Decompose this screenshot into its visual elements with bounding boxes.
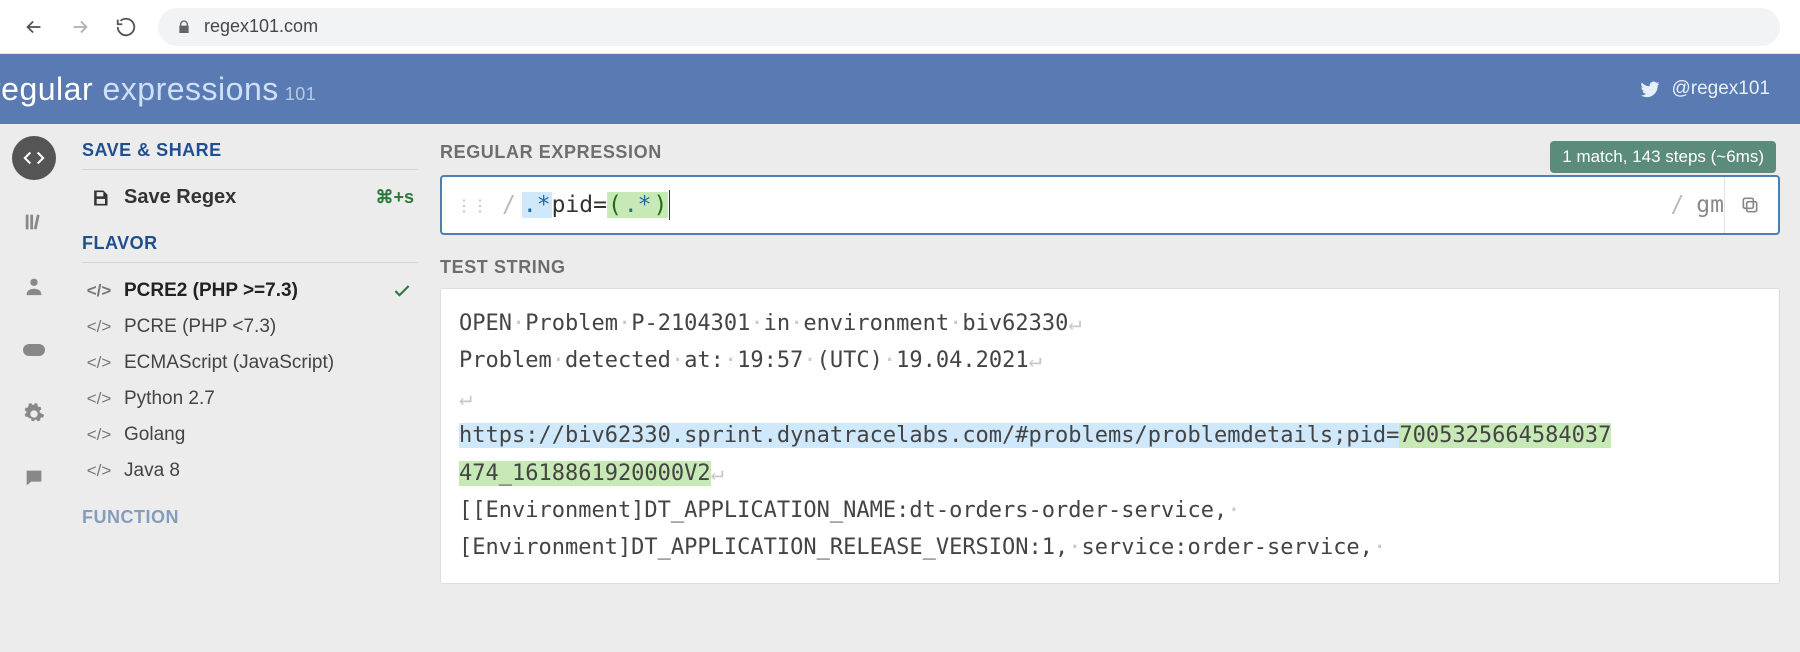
save-shortcut: ⌘+s: [375, 187, 414, 208]
test-line-match: https://biv62330.sprint.dynatracelabs.co…: [459, 417, 1761, 492]
check-icon: [392, 281, 412, 301]
code-icon: </>: [88, 317, 110, 337]
code-icon: </>: [88, 281, 110, 301]
twitter-handle: @regex101: [1671, 78, 1770, 100]
rail-account-button[interactable]: [12, 264, 56, 308]
test-string-heading: TEST STRING: [440, 257, 1780, 278]
twitter-link[interactable]: @regex101: [1639, 78, 1770, 100]
rail-regex-button[interactable]: [12, 136, 56, 180]
code-icon: [23, 147, 45, 169]
rail-debugger-button[interactable]: [12, 328, 56, 372]
test-line-blank: ↵: [459, 380, 1761, 417]
flavor-label: Java 8: [124, 460, 180, 482]
regex-group-open: (: [607, 192, 623, 218]
gear-icon: [23, 403, 45, 425]
main-pane: REGULAR EXPRESSION 1 match, 143 steps (~…: [440, 124, 1800, 652]
drag-handle-icon[interactable]: ⋮⋮: [456, 196, 488, 215]
logo-word-expressions: expressions: [93, 71, 279, 107]
regex-group-inner: .*: [623, 192, 653, 218]
flavor-heading: FLAVOR: [82, 233, 418, 254]
regex-token: pid=: [552, 192, 607, 218]
regex-close-delim: /: [1670, 192, 1684, 218]
flavor-item-ecmascript[interactable]: </> ECMAScript (JavaScript): [82, 345, 418, 381]
flavor-label: ECMAScript (JavaScript): [124, 352, 334, 374]
regex-token: .*: [522, 192, 552, 218]
group-segment: 7005325664584037: [1399, 423, 1611, 448]
site-header: regular expressions 101 @regex101: [0, 54, 1800, 124]
rail-chat-button[interactable]: [12, 456, 56, 500]
rail-library-button[interactable]: [12, 200, 56, 244]
app-body: SAVE & SHARE Save Regex ⌘+s FLAVOR </> PC…: [0, 124, 1800, 652]
twitter-icon: [1639, 78, 1661, 100]
reload-button[interactable]: [112, 13, 140, 41]
flavor-item-pcre[interactable]: </> PCRE (PHP <7.3): [82, 309, 418, 345]
divider: [82, 262, 418, 263]
regex-input[interactable]: ⋮⋮ / .*pid=(.*) / gm: [440, 175, 1780, 235]
test-line: [Environment]DT_APPLICATION_RELEASE_VERS…: [459, 529, 1761, 566]
flavor-list: </>PCRE2 (PHP >=7.3) </>PCRE (PHP <7.3) …: [82, 273, 418, 489]
regex-heading: REGULAR EXPRESSION: [440, 142, 662, 163]
save-share-heading: SAVE & SHARE: [82, 140, 418, 161]
flavor-label: PCRE (PHP <7.3): [124, 316, 276, 338]
back-button[interactable]: [20, 13, 48, 41]
regex-open-delim: /: [502, 192, 516, 218]
address-bar[interactable]: regex101.com: [158, 8, 1780, 46]
group-segment: 474_1618861920000V2: [459, 461, 711, 486]
address-text: regex101.com: [204, 16, 318, 37]
save-label: Save Regex: [124, 186, 236, 209]
test-line: [[Environment]DT_APPLICATION_NAME:dt-ord…: [459, 492, 1761, 529]
match-info-badge: 1 match, 143 steps (~6ms): [1550, 141, 1776, 173]
copy-icon: [1740, 195, 1760, 215]
arrow-left-icon: [23, 16, 45, 38]
browser-chrome: regex101.com: [0, 0, 1800, 54]
gamepad-icon: [22, 341, 46, 359]
regex-flags[interactable]: gm: [1696, 192, 1724, 218]
logo-word-regular: regular: [0, 71, 93, 107]
flavor-item-java[interactable]: </> Java 8: [82, 453, 418, 489]
flavor-label: PCRE2 (PHP >=7.3): [124, 280, 298, 302]
site-logo[interactable]: regular expressions 101: [0, 71, 316, 108]
match-segment: https://biv62330.sprint.dynatracelabs.co…: [459, 423, 1399, 448]
flavor-label: Python 2.7: [124, 388, 215, 410]
arrow-right-icon: [69, 16, 91, 38]
test-line: OPEN·Problem·P-2104301·in·environment·bi…: [459, 305, 1761, 342]
copy-regex-button[interactable]: [1724, 177, 1774, 233]
flavor-item-pcre2[interactable]: </> PCRE2 (PHP >=7.3): [82, 273, 418, 309]
flavor-label: Golang: [124, 424, 185, 446]
chat-icon: [23, 467, 45, 489]
user-icon: [23, 275, 45, 297]
sidebar: SAVE & SHARE Save Regex ⌘+s FLAVOR </> PC…: [68, 124, 440, 652]
reload-icon: [115, 16, 137, 38]
code-icon: </>: [88, 353, 110, 373]
left-rail: [0, 124, 68, 652]
save-icon: [90, 188, 110, 208]
code-icon: </>: [88, 389, 110, 409]
regex-content[interactable]: .*pid=(.*): [522, 190, 1665, 220]
lock-icon: [176, 19, 192, 35]
flavor-item-golang[interactable]: </> Golang: [82, 417, 418, 453]
divider: [82, 169, 418, 170]
function-heading: FUNCTION: [82, 507, 418, 528]
regex-group-close: ): [653, 192, 669, 218]
save-regex-row[interactable]: Save Regex ⌘+s: [82, 180, 418, 223]
rail-settings-button[interactable]: [12, 392, 56, 436]
forward-button[interactable]: [66, 13, 94, 41]
test-line: Problem·detected·at:·19:57·(UTC)·19.04.2…: [459, 342, 1761, 379]
library-icon: [23, 211, 45, 233]
code-icon: </>: [88, 461, 110, 481]
test-string-input[interactable]: OPEN·Problem·P-2104301·in·environment·bi…: [440, 288, 1780, 584]
text-cursor: [669, 190, 670, 220]
code-icon: </>: [88, 425, 110, 445]
flavor-item-python[interactable]: </> Python 2.7: [82, 381, 418, 417]
logo-sub-101: 101: [285, 84, 317, 104]
